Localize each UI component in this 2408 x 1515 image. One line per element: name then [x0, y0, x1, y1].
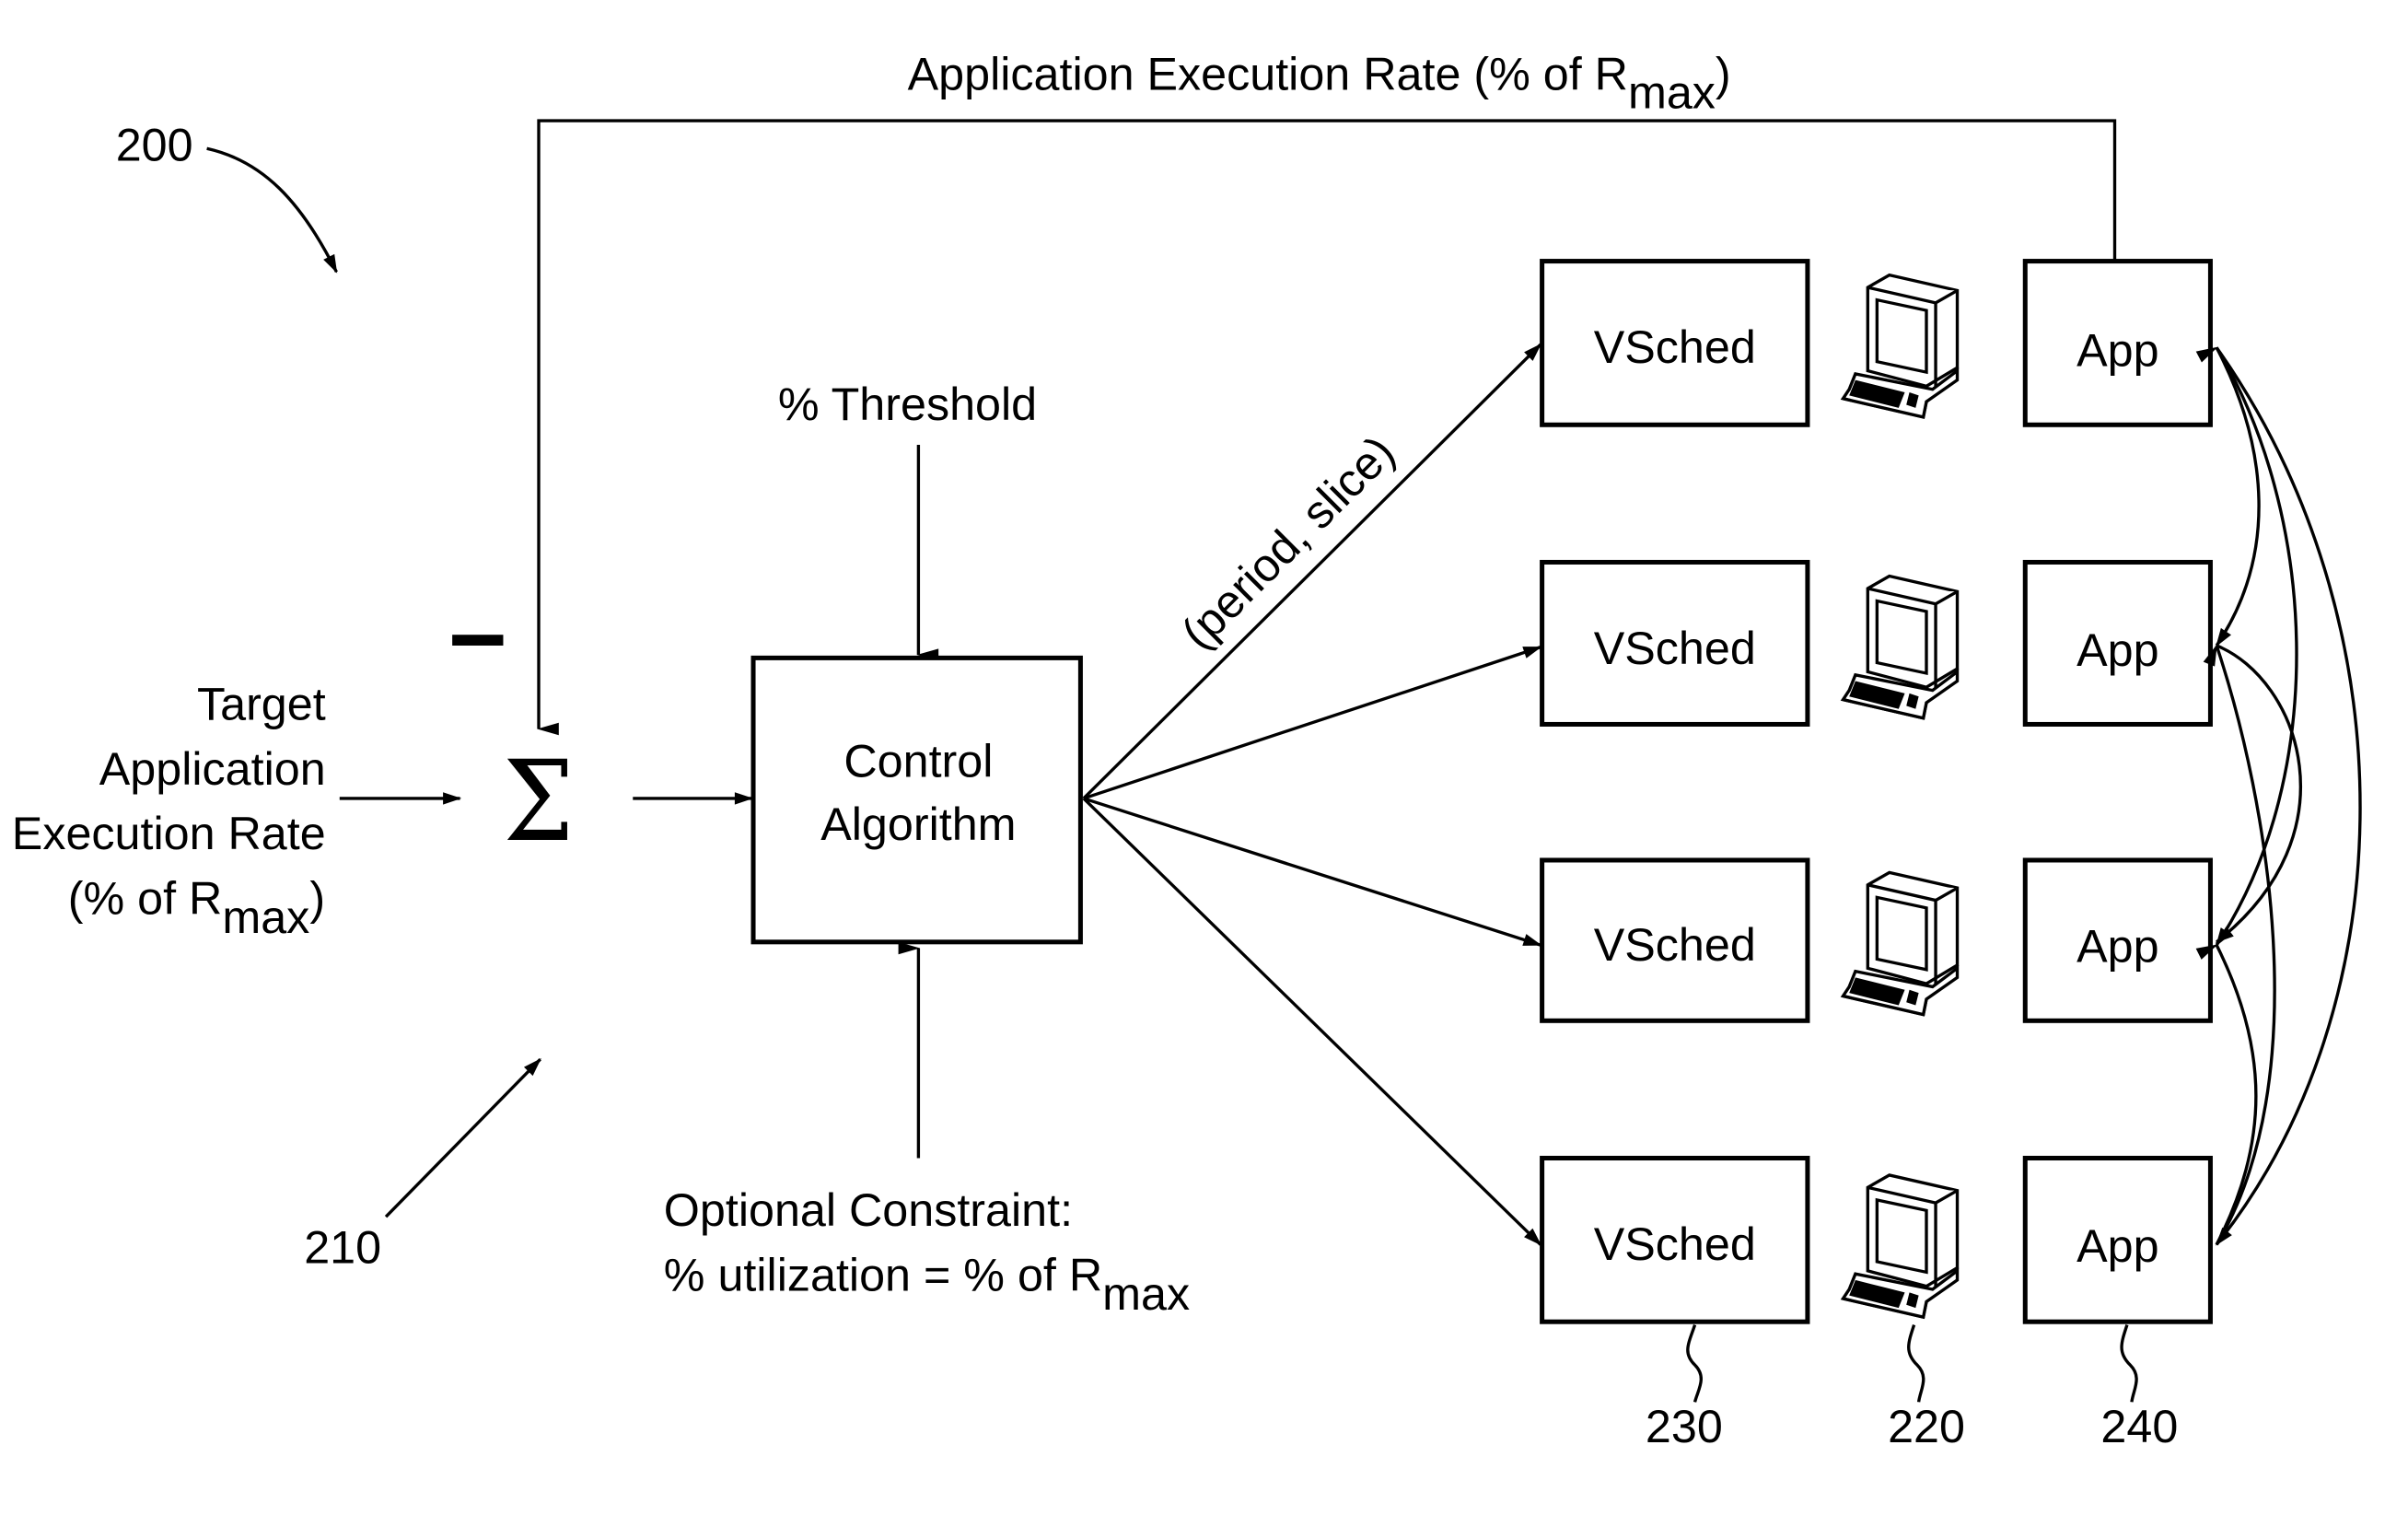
- control-algorithm-box: Control Algorithm: [750, 655, 1083, 945]
- svg-text:Execution Rate: Execution Rate: [12, 807, 326, 859]
- minus-sign: [452, 635, 504, 646]
- summation-ref-number: 210: [304, 1220, 381, 1273]
- node-row: VSched App: [1540, 259, 2213, 427]
- feedback-label: Application Execution Rate (% of Rmax): [908, 48, 1731, 119]
- computer-icon: [1841, 574, 1960, 720]
- control-loop-diagram: 200 Application Execution Rate (% of Rma…: [12, 48, 2362, 1452]
- edge-label-period-slice: (period, slice): [1171, 425, 1405, 659]
- computer-icon: [1841, 273, 1960, 419]
- computer-icon: [1841, 1173, 1960, 1319]
- threshold-label: % Threshold: [778, 378, 1037, 430]
- node-row: VSched App: [1540, 559, 2213, 727]
- node-row: VSched App: [1540, 857, 2213, 1023]
- figure-pointer-arrow: [206, 146, 338, 274]
- summation-node: Σ: [503, 738, 574, 867]
- computer-ref-leader: [1907, 1324, 1925, 1403]
- svg-text:Application: Application: [99, 742, 326, 795]
- svg-text:Control: Control: [843, 734, 993, 787]
- svg-text:App: App: [2076, 324, 2158, 377]
- summation-ref-arrow: [384, 1058, 541, 1218]
- svg-text:App: App: [2076, 623, 2158, 676]
- app-ref-leader: [2120, 1324, 2138, 1403]
- constraint-label: Optional Constraint: % utilization = % o…: [664, 1183, 1190, 1320]
- app-communication-arcs: [2195, 346, 2362, 1246]
- input-label: Target Application Execution Rate (% of …: [12, 677, 326, 942]
- svg-text:VSched: VSched: [1594, 918, 1756, 971]
- computer-ref-number: 220: [1888, 1400, 1965, 1452]
- svg-text:Optional Constraint:: Optional Constraint:: [664, 1183, 1073, 1236]
- svg-text:VSched: VSched: [1594, 320, 1756, 373]
- svg-text:Target: Target: [197, 677, 326, 729]
- svg-text:Algorithm: Algorithm: [820, 798, 1016, 850]
- svg-text:App: App: [2076, 1219, 2158, 1272]
- computer-icon: [1841, 870, 1960, 1017]
- svg-text:VSched: VSched: [1594, 1218, 1756, 1270]
- svg-text:VSched: VSched: [1594, 622, 1756, 674]
- vsched-ref-leader: [1686, 1324, 1704, 1403]
- svg-text:(% of Rmax): (% of Rmax): [68, 872, 325, 943]
- svg-text:App: App: [2076, 920, 2158, 973]
- app-ref-number: 240: [2100, 1400, 2178, 1452]
- node-row: VSched App: [1540, 1155, 2213, 1324]
- svg-text:% utilization = % of Rmax: % utilization = % of Rmax: [664, 1249, 1190, 1320]
- figure-number: 200: [116, 119, 193, 171]
- vsched-ref-number: 230: [1646, 1400, 1723, 1452]
